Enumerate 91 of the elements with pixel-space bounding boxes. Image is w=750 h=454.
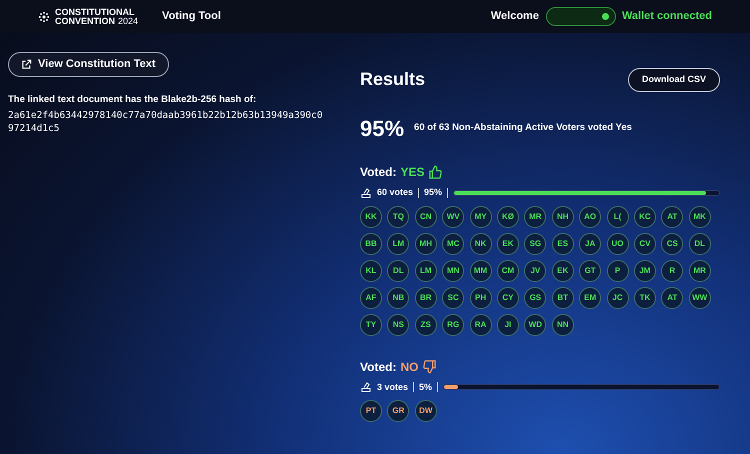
voter-badge: MR [688, 260, 711, 282]
voter-badge: EK [552, 260, 574, 282]
voter-badge: CV [634, 232, 656, 254]
voter-badge: ES [552, 232, 574, 254]
results-title: Results [360, 68, 426, 91]
voter-badge: MM [470, 260, 492, 282]
voter-badge: GR [387, 400, 410, 422]
voter-badge: WW [688, 286, 711, 308]
voter-badge: PT [360, 400, 382, 422]
voter-badge: TY [360, 314, 382, 336]
voter-badge: MN [442, 260, 464, 282]
vote-choice: NO [400, 358, 418, 376]
voter-badge: UO [606, 232, 629, 254]
hash-intro: The linked text document has the Blake2b-256 hash of: [8, 93, 258, 107]
welcome-text: Welcome [490, 9, 539, 24]
voter-badge: KC [634, 206, 656, 228]
vote-count: 60 votes [377, 186, 414, 199]
voted-label: Voted: [360, 164, 396, 181]
voter-badge: MH [414, 232, 437, 254]
voter-badge: RG [442, 314, 464, 336]
voter-badge: BB [360, 232, 382, 254]
logo-text: CONSTITUTIONAL [55, 8, 136, 16]
voter-badge: SG [524, 232, 546, 254]
voter-badge: MC [442, 232, 464, 254]
voter-badge: DL [387, 260, 410, 282]
voter-badge: KK [360, 206, 382, 228]
voter-badge: GS [524, 286, 546, 308]
wallet-status: Wallet connected [622, 9, 712, 24]
voter-badge: NN [552, 314, 574, 336]
ballot-icon [360, 381, 372, 394]
voter-badge: MK [688, 206, 711, 228]
ballot-icon [360, 186, 372, 199]
voter-badge: AT [661, 206, 684, 228]
logo-text: CONVENTION [55, 16, 116, 26]
vote-share: 5% [419, 380, 432, 394]
voter-badge: BT [552, 286, 574, 308]
voter-badge: P [606, 260, 629, 282]
voter-badge: LM [414, 260, 437, 282]
voter-badge: EM [579, 286, 602, 308]
download-csv-button[interactable]: Download CSV [628, 68, 720, 92]
voter-badge: RA [470, 314, 492, 336]
voter-badge: AO [579, 206, 602, 228]
voter-badge: SC [442, 286, 464, 308]
voter-badge: EK [496, 232, 519, 254]
voter-badge: AT [661, 286, 684, 308]
vote-share: 95% [424, 186, 442, 199]
voter-badge: DW [414, 400, 437, 422]
voter-badge: MY [470, 206, 492, 228]
voter-badge: WD [524, 314, 546, 336]
voter-badge: DL [688, 232, 711, 254]
external-link-icon [21, 59, 32, 70]
voter-badge: JA [579, 232, 602, 254]
voter-badge: KØ [496, 206, 519, 228]
voter-badge: LM [387, 232, 410, 254]
voter-badge: R [661, 260, 684, 282]
voter-badge: TQ [387, 206, 410, 228]
voter-badge: L( [606, 206, 629, 228]
voter-badge: CN [414, 206, 437, 228]
voter-badge: CY [496, 286, 519, 308]
voter-badge: ZS [414, 314, 437, 336]
voter-badge: KL [360, 260, 382, 282]
voter-badge: AF [360, 286, 382, 308]
voter-badge: JC [606, 286, 629, 308]
logo-icon [38, 10, 50, 22]
voter-badge: BR [414, 286, 437, 308]
logo-year: 2024 [118, 16, 138, 26]
voter-badge: NK [470, 232, 492, 254]
thumbs-down-icon [422, 359, 438, 374]
results-summary: 60 of 63 Non-Abstaining Active Voters voted Yes [414, 121, 632, 136]
voter-badge: PH [470, 286, 492, 308]
voter-badge: NB [387, 286, 410, 308]
vote-choice: YES [400, 164, 424, 181]
percent-yes: 95% [360, 115, 404, 143]
view-constitution-button[interactable]: View Constitution Text [8, 52, 169, 77]
thumbs-up-icon [428, 164, 444, 180]
voter-badge: JM [634, 260, 656, 282]
voter-badge: MR [524, 206, 546, 228]
app-name: Voting Tool [162, 9, 221, 24]
voter-badge: JV [524, 260, 546, 282]
voter-badge: GT [579, 260, 602, 282]
voter-badge: NS [387, 314, 410, 336]
voter-badge: NH [552, 206, 574, 228]
hash-value: 2a61e2f4b63442978140c77a70daab3961b22b12b63b13949a390c097214d1c5 [8, 109, 324, 136]
voter-badge: JI [496, 314, 519, 336]
voter-badge: WV [442, 206, 464, 228]
voter-badge: CM [496, 260, 519, 282]
voter-badge: CS [661, 232, 684, 254]
voted-label: Voted: [360, 358, 396, 376]
voter-badge: TK [634, 286, 656, 308]
vote-count: 3 votes [377, 380, 408, 394]
wallet-button[interactable] [546, 7, 616, 26]
